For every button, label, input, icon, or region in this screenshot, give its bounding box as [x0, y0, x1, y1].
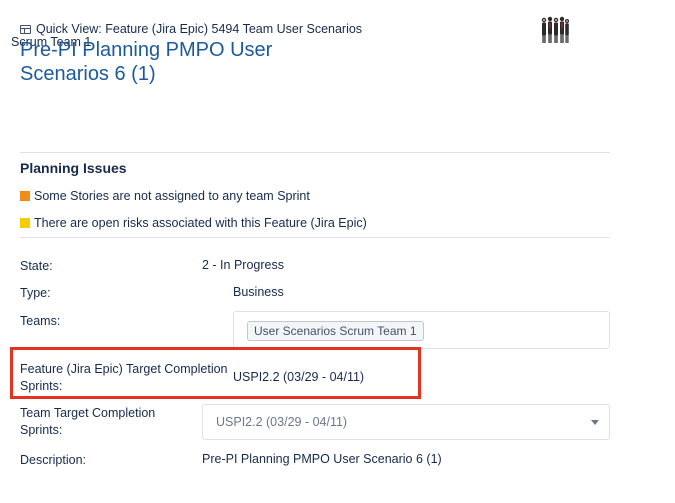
planning-issue: There are open risks associated with thi…	[20, 216, 367, 230]
state-value: 2 - In Progress	[202, 258, 284, 272]
teams-field[interactable]: User Scenarios Scrum Team 1	[233, 311, 610, 349]
team-target-completion-label: Team Target Completion Sprints:	[20, 406, 156, 437]
description-value: Pre-PI Planning PMPO User Scenario 6 (1)	[202, 452, 442, 466]
description-label: Description:	[20, 453, 86, 467]
team-target-completion-select[interactable]: USPI2.2 (03/29 - 04/11)	[202, 404, 610, 440]
planning-issues-title: Planning Issues	[20, 160, 127, 176]
team-target-completion-value: USPI2.2 (03/29 - 04/11)	[216, 415, 348, 429]
chevron-down-icon[interactable]	[591, 420, 599, 425]
page-title[interactable]: Pre-PI Planning PMPO User Scenarios 6 (1…	[20, 38, 320, 86]
highlight-box	[10, 347, 421, 399]
divider	[20, 237, 610, 238]
teams-label: Teams:	[20, 314, 61, 328]
divider	[20, 152, 610, 153]
state-label: State:	[20, 259, 53, 273]
planning-issue: Some Stories are not assigned to any tea…	[20, 189, 310, 203]
type-label: Type:	[20, 286, 51, 300]
warning-yellow-icon	[20, 218, 30, 228]
planning-issue-text: There are open risks associated with thi…	[34, 216, 367, 230]
panel-icon	[20, 24, 31, 34]
planning-issue-text: Some Stories are not assigned to any tea…	[34, 189, 310, 203]
quick-view-header: Quick View: Feature (Jira Epic) 5494 Tea…	[20, 22, 362, 36]
team-chip[interactable]: User Scenarios Scrum Team 1	[247, 321, 424, 341]
quick-view-title: Quick View: Feature (Jira Epic) 5494 Tea…	[36, 22, 363, 36]
type-value: Business	[233, 285, 284, 299]
warning-orange-icon	[20, 191, 30, 201]
team-avatars-icon	[541, 16, 569, 43]
